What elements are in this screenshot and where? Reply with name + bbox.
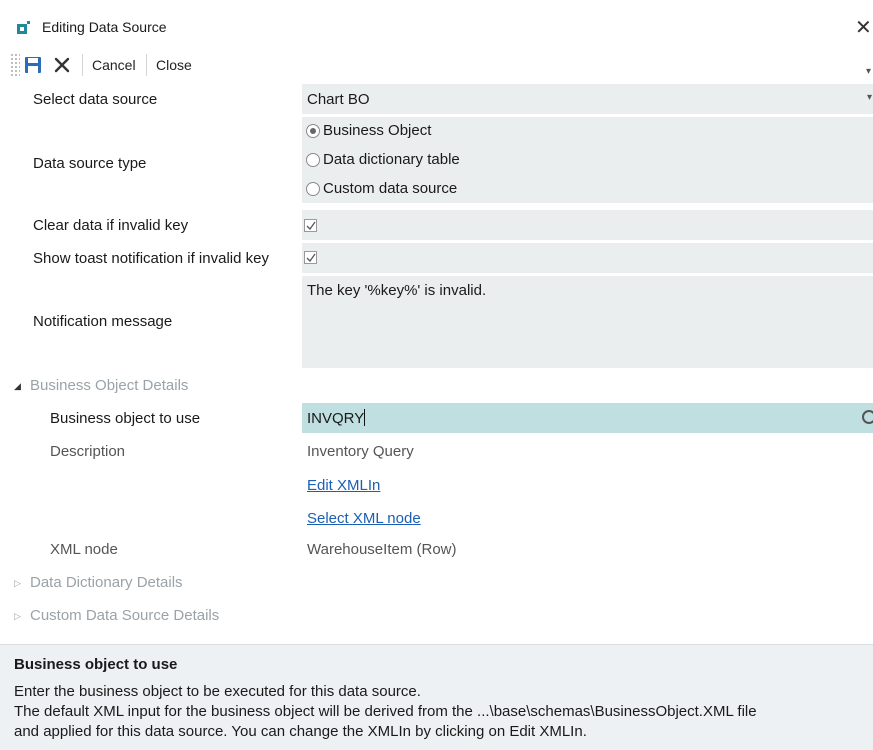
section-business-object-details[interactable]: ◢ Business Object Details bbox=[14, 377, 188, 394]
text-caret bbox=[364, 409, 366, 426]
app-icon bbox=[17, 21, 30, 34]
show-toast-checkbox[interactable] bbox=[304, 251, 317, 264]
notification-message-textarea[interactable]: The key '%key%' is invalid. bbox=[302, 276, 873, 368]
toolbar: Cancel Close bbox=[0, 50, 873, 80]
collapse-triangle-icon[interactable]: ◢ bbox=[14, 381, 24, 392]
top-strip bbox=[0, 0, 873, 8]
select-data-source-label: Select data source bbox=[33, 91, 158, 108]
help-line: Enter the business object to be executed… bbox=[14, 683, 421, 700]
section-custom-data-source-title: Custom Data Source Details bbox=[30, 607, 220, 624]
toolbar-grip-icon[interactable] bbox=[10, 53, 20, 77]
show-toast-label: Show toast notification if invalid key bbox=[33, 250, 269, 267]
clear-data-checkbox[interactable] bbox=[304, 219, 317, 232]
notification-message-label: Notification message bbox=[33, 313, 173, 330]
cancel-button[interactable]: Cancel bbox=[92, 57, 136, 73]
chevron-down-icon[interactable]: ▾ bbox=[866, 66, 871, 77]
bo-to-use-value: INVQRY bbox=[307, 410, 365, 427]
select-data-source-dropdown[interactable]: Chart BO ▾ bbox=[302, 84, 873, 114]
select-xml-node-link[interactable]: Select XML node bbox=[307, 510, 421, 527]
radio-custom-data-source[interactable] bbox=[306, 182, 320, 196]
checkmark-icon bbox=[306, 221, 316, 231]
checkmark-icon bbox=[306, 253, 316, 263]
bo-to-use-label: Business object to use bbox=[50, 410, 201, 427]
chevron-down-icon[interactable]: ▾ bbox=[867, 92, 872, 103]
help-line: The default XML input for the business o… bbox=[14, 703, 757, 720]
search-icon[interactable] bbox=[862, 410, 873, 424]
radio-business-object[interactable] bbox=[306, 124, 320, 138]
edit-xmlin-link[interactable]: Edit XMLIn bbox=[307, 477, 380, 494]
close-button[interactable]: Close bbox=[156, 57, 192, 73]
title-bar: Editing Data Source ✕ bbox=[0, 8, 873, 48]
xml-node-value: WarehouseItem (Row) bbox=[307, 541, 457, 558]
toolbar-separator bbox=[82, 54, 83, 76]
clear-data-row bbox=[302, 210, 873, 240]
show-toast-row bbox=[302, 243, 873, 273]
notification-message-value: The key '%key%' is invalid. bbox=[307, 282, 487, 299]
radio-custom-data-source-label[interactable]: Custom data source bbox=[323, 180, 457, 197]
data-source-type-label: Data source type bbox=[33, 155, 147, 172]
radio-data-dictionary-table[interactable] bbox=[306, 153, 320, 167]
help-line: and applied for this data source. You ca… bbox=[14, 723, 587, 740]
section-data-dictionary-details[interactable]: ▷ Data Dictionary Details bbox=[14, 574, 183, 591]
expand-triangle-icon[interactable]: ▷ bbox=[14, 611, 24, 622]
select-data-source-value: Chart BO bbox=[307, 91, 370, 108]
toolbar-separator bbox=[146, 54, 147, 76]
section-data-dictionary-title: Data Dictionary Details bbox=[30, 574, 183, 591]
description-label: Description bbox=[50, 443, 126, 460]
window-title: Editing Data Source bbox=[42, 19, 167, 35]
save-icon[interactable] bbox=[24, 56, 42, 74]
expand-triangle-icon[interactable]: ▷ bbox=[14, 578, 24, 589]
section-custom-data-source-details[interactable]: ▷ Custom Data Source Details bbox=[14, 607, 219, 624]
delete-icon[interactable] bbox=[52, 55, 72, 75]
help-panel: Business object to use Enter the busines… bbox=[0, 644, 873, 750]
help-title: Business object to use bbox=[14, 656, 178, 673]
clear-data-label: Clear data if invalid key bbox=[33, 217, 189, 234]
section-business-object-title: Business Object Details bbox=[30, 377, 189, 394]
xml-node-label: XML node bbox=[50, 541, 118, 558]
radio-business-object-label[interactable]: Business Object bbox=[323, 122, 431, 139]
close-icon[interactable]: ✕ bbox=[855, 15, 872, 40]
radio-data-dictionary-table-label[interactable]: Data dictionary table bbox=[323, 151, 460, 168]
bo-to-use-input[interactable]: INVQRY bbox=[302, 403, 873, 433]
description-value: Inventory Query bbox=[307, 443, 414, 460]
